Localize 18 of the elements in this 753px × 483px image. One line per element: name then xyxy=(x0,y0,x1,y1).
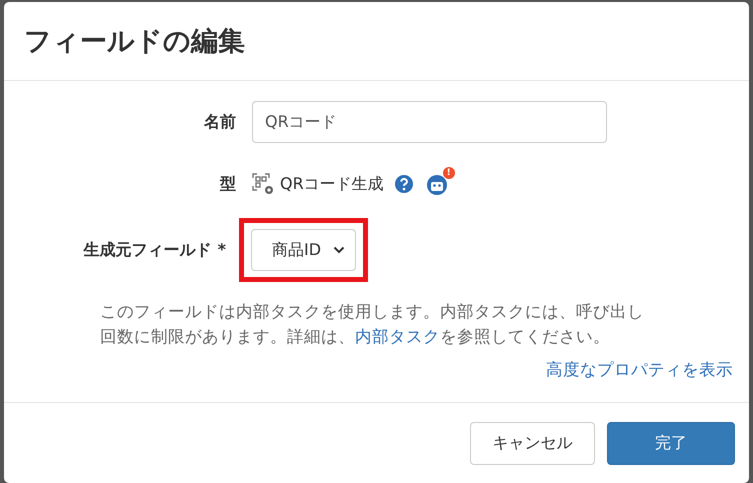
field-type-text: QRコード生成 xyxy=(280,174,384,194)
required-mark: * xyxy=(218,240,226,258)
help-icon[interactable] xyxy=(394,174,414,194)
field-label: 型 xyxy=(220,174,236,192)
name-field[interactable]: QRコード xyxy=(252,101,607,143)
chevron-down-icon xyxy=(333,246,346,254)
advanced-properties-link[interactable]: 高度なプロパティを表示 xyxy=(546,359,733,381)
source-field-select[interactable]: 商品ID xyxy=(251,229,356,271)
cancel-button[interactable]: キャンセル xyxy=(470,422,595,464)
field-label: 生成元フィールド xyxy=(84,240,212,258)
done-button[interactable]: 完了 xyxy=(607,422,735,464)
notification-badge: ! xyxy=(442,167,455,179)
help-text: このフィールドは内部タスクを使用します。内部タスクには、呼び出し回数に制限があります。詳細は、内部タスク を参照してください。 xyxy=(100,301,645,348)
field-label: 名前 xyxy=(204,112,236,130)
robot-icon[interactable] xyxy=(426,173,448,195)
qr-code-icon xyxy=(252,173,274,195)
internal-task-link[interactable]: 内部タスク xyxy=(355,327,440,346)
dialog-title: フィールドの編集 xyxy=(24,25,245,59)
